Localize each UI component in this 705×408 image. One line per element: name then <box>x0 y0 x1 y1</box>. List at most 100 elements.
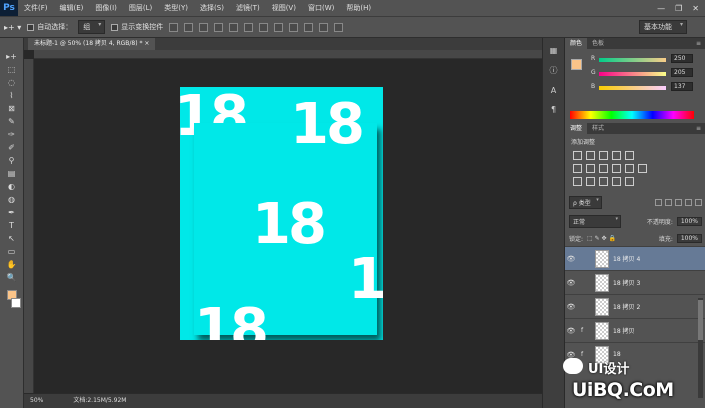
document-tab[interactable]: 未标题-1 @ 50% (18 拷贝 4, RGB/8) * × <box>28 38 156 50</box>
visibility-eye-icon[interactable]: 👁 <box>565 279 577 287</box>
menu-window[interactable]: 窗口(W) <box>302 3 340 13</box>
character-icon[interactable]: A <box>551 86 556 95</box>
menu-type[interactable]: 类型(Y) <box>158 3 194 13</box>
align-middle-icon[interactable] <box>184 22 194 32</box>
posterize-icon[interactable] <box>586 177 595 186</box>
g-value-input[interactable]: 205 <box>671 68 693 77</box>
distribute-left-icon[interactable] <box>304 22 314 32</box>
distribute-bottom-icon[interactable] <box>289 22 299 32</box>
eraser-tool-icon[interactable]: ◐ <box>5 182 19 192</box>
r-value-input[interactable]: 250 <box>671 54 693 63</box>
layer-row[interactable]: 👁 18 拷贝 3 <box>565 270 705 294</box>
opacity-input[interactable]: 100% <box>676 217 702 226</box>
type-tool-icon[interactable]: T <box>5 221 19 231</box>
menu-filter[interactable]: 滤镜(T) <box>230 3 266 13</box>
color-balance-icon[interactable] <box>586 164 595 173</box>
clone-stamp-tool-icon[interactable]: ⚲ <box>5 156 19 166</box>
crop-tool-icon[interactable]: ⊠ <box>5 104 19 114</box>
type-filter-icon[interactable] <box>675 199 682 206</box>
distribute-top-icon[interactable] <box>259 22 269 32</box>
marquee-tool-icon[interactable]: ⬚ <box>5 65 19 75</box>
visibility-eye-icon[interactable]: 👁 <box>565 255 577 263</box>
hand-tool-icon[interactable]: ✋ <box>5 260 19 270</box>
align-center-icon[interactable] <box>229 22 239 32</box>
align-top-icon[interactable] <box>169 22 179 32</box>
tab-styles[interactable]: 样式 <box>587 123 609 134</box>
move-tool-icon[interactable]: ▸+ <box>5 52 19 62</box>
foreground-color-swatch[interactable] <box>571 59 582 70</box>
visibility-eye-icon[interactable]: 👁 <box>565 327 577 335</box>
menu-layer[interactable]: 图层(L) <box>123 3 158 13</box>
distribute-right-icon[interactable] <box>334 22 344 32</box>
adjust-filter-icon[interactable] <box>665 199 672 206</box>
menu-edit[interactable]: 编辑(E) <box>54 3 90 13</box>
black-white-icon[interactable] <box>599 164 608 173</box>
vibrance-icon[interactable] <box>625 151 634 160</box>
photo-filter-icon[interactable] <box>612 164 621 173</box>
threshold-icon[interactable] <box>599 177 608 186</box>
minimize-icon[interactable]: — <box>657 4 665 13</box>
auto-select-checkbox[interactable]: 自动选择： <box>27 22 72 32</box>
blend-mode-dropdown[interactable]: 正常 <box>569 215 621 228</box>
path-select-tool-icon[interactable]: ↖ <box>5 234 19 244</box>
layers-scroll-thumb[interactable] <box>698 300 703 340</box>
distribute-center-icon[interactable] <box>319 22 329 32</box>
background-color-swatch[interactable] <box>10 298 21 308</box>
fill-input[interactable]: 100% <box>676 234 702 243</box>
b-value-input[interactable]: 137 <box>671 82 693 91</box>
channel-mixer-icon[interactable] <box>625 164 634 173</box>
canvas-area[interactable]: 18 18 18 18 18 <box>34 59 542 393</box>
layer-row[interactable]: 👁 18 拷贝 4 <box>565 246 705 270</box>
curves-icon[interactable] <box>599 151 608 160</box>
align-bottom-icon[interactable] <box>199 22 209 32</box>
r-slider[interactable] <box>599 58 666 62</box>
color-lookup-icon[interactable] <box>638 164 647 173</box>
menu-file[interactable]: 文件(F) <box>18 3 54 13</box>
hue-saturation-icon[interactable] <box>573 164 582 173</box>
g-slider[interactable] <box>599 72 666 76</box>
paragraph-icon[interactable]: ¶ <box>551 105 556 114</box>
levels-icon[interactable] <box>586 151 595 160</box>
move-tool-icon[interactable]: ▸+ ▾ <box>4 23 21 32</box>
menu-image[interactable]: 图像(I) <box>89 3 123 13</box>
history-icon[interactable]: ▦ <box>550 46 558 55</box>
layer-row[interactable]: 👁 f 18 <box>565 342 705 366</box>
workspace-dropdown[interactable]: 基本功能 <box>639 20 687 34</box>
layer-row[interactable]: 👁 18 拷贝 2 <box>565 294 705 318</box>
exposure-icon[interactable] <box>612 151 621 160</box>
tab-color[interactable]: 颜色 <box>565 38 588 49</box>
selective-color-icon[interactable] <box>625 177 634 186</box>
align-left-icon[interactable] <box>214 22 224 32</box>
gradient-map-icon[interactable] <box>612 177 621 186</box>
pixel-filter-icon[interactable] <box>655 199 662 206</box>
menu-view[interactable]: 视图(V) <box>266 3 302 13</box>
zoom-level[interactable]: 50% <box>30 394 43 408</box>
color-spectrum[interactable] <box>570 111 694 119</box>
brightness-icon[interactable] <box>573 151 582 160</box>
layer-row[interactable]: 👁 f 18 拷贝 <box>565 318 705 342</box>
auto-select-dropdown[interactable]: 组 <box>78 20 106 34</box>
smart-filter-icon[interactable] <box>695 199 702 206</box>
shape-filter-icon[interactable] <box>685 199 692 206</box>
eyedropper-tool-icon[interactable]: ✎ <box>5 117 19 127</box>
layer-kind-dropdown[interactable]: ρ 类型 <box>569 196 602 209</box>
visibility-eye-icon[interactable]: 👁 <box>565 303 577 311</box>
invert-icon[interactable] <box>573 177 582 186</box>
align-right-icon[interactable] <box>244 22 254 32</box>
transform-checkbox[interactable]: 显示变换控件 <box>111 22 163 32</box>
restore-icon[interactable]: ❐ <box>675 4 682 13</box>
tab-adjustments[interactable]: 调整 <box>565 123 588 134</box>
panel-menu-icon[interactable]: ≡ <box>696 123 705 134</box>
close-icon[interactable]: ✕ <box>692 4 699 13</box>
menu-help[interactable]: 帮助(H) <box>340 3 377 13</box>
quick-select-tool-icon[interactable]: ⌇ <box>5 91 19 101</box>
distribute-middle-icon[interactable] <box>274 22 284 32</box>
gradient-tool-icon[interactable]: ◍ <box>5 195 19 205</box>
menu-select[interactable]: 选择(S) <box>194 3 230 13</box>
shape-tool-icon[interactable]: ▭ <box>5 247 19 257</box>
visibility-eye-icon[interactable]: 👁 <box>565 351 577 359</box>
pen-tool-icon[interactable]: ✒ <box>5 208 19 218</box>
lasso-tool-icon[interactable]: ◌ <box>5 78 19 88</box>
brush-tool-icon[interactable]: ✐ <box>5 143 19 153</box>
history-brush-tool-icon[interactable]: ▤ <box>5 169 19 179</box>
